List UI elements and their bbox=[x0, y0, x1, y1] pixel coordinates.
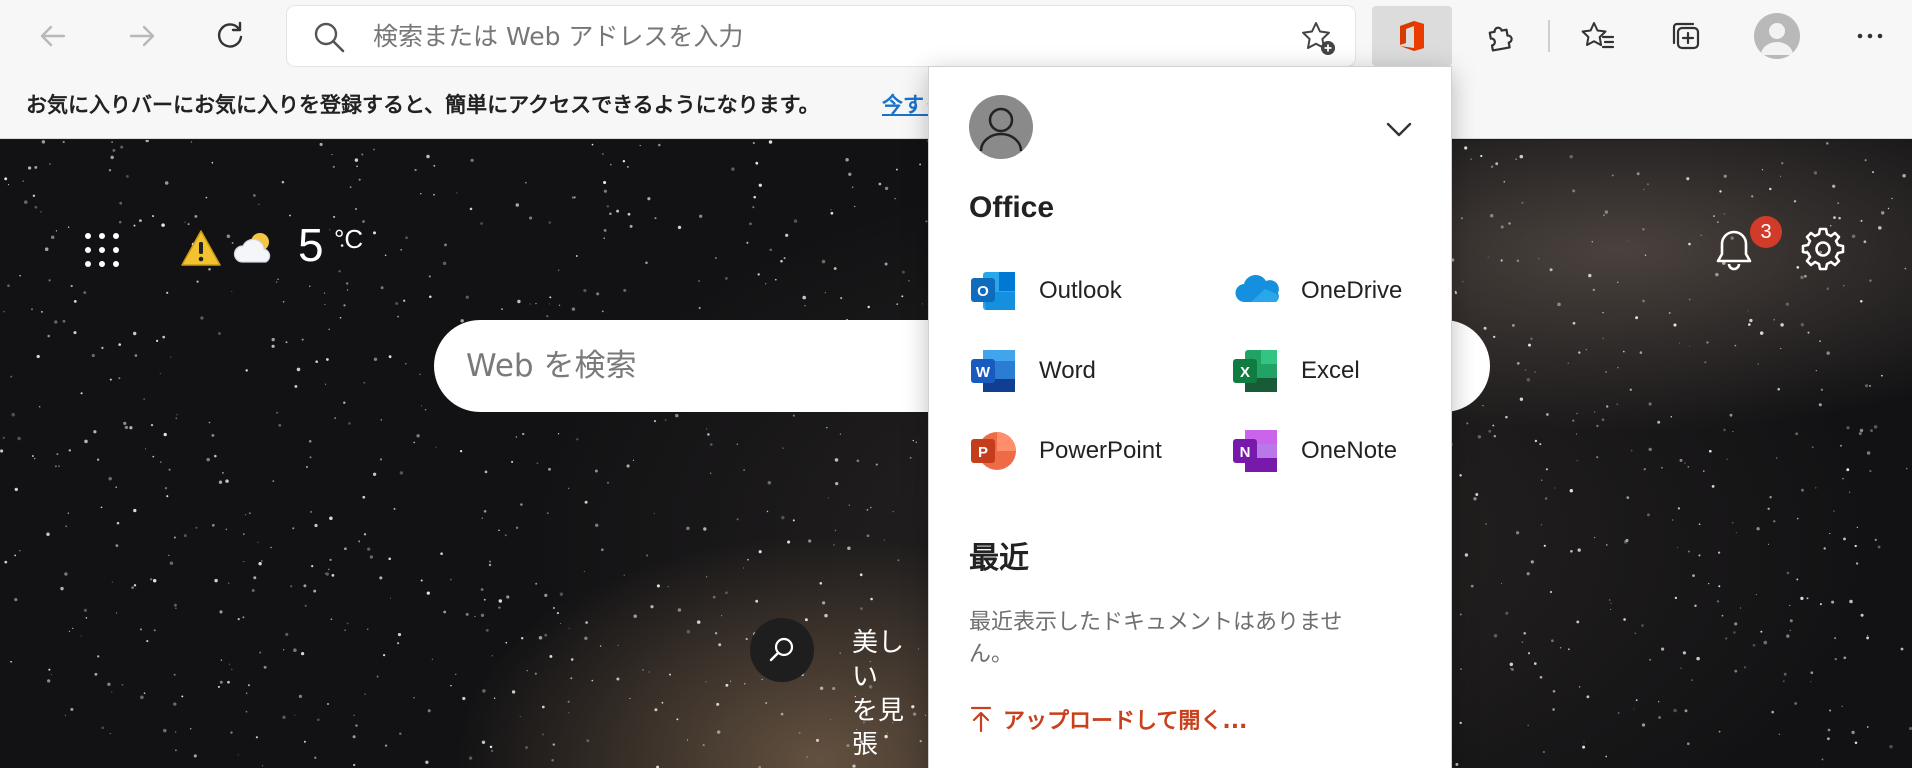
back-icon bbox=[40, 25, 66, 47]
partly-cloudy-icon bbox=[233, 233, 271, 263]
toolbar-divider bbox=[1548, 20, 1550, 52]
recent-empty-line: 最近表示したドキュメントはありませ bbox=[969, 610, 1343, 635]
app-label: OneDrive bbox=[1301, 277, 1403, 304]
svg-text:N: N bbox=[1240, 444, 1251, 461]
back-button[interactable] bbox=[23, 6, 83, 66]
app-powerpoint[interactable]: P PowerPoint bbox=[969, 423, 1162, 479]
office-flyout-panel: Office O Outlook OneDrive W Word X Excel… bbox=[928, 66, 1452, 768]
person-icon bbox=[979, 107, 1023, 152]
web-search-input[interactable] bbox=[466, 342, 946, 390]
upload-and-open-link[interactable]: アップロードして開く... bbox=[969, 703, 1247, 735]
word-icon: W bbox=[971, 350, 1015, 392]
collections-button[interactable] bbox=[1656, 6, 1716, 66]
weather-temperature[interactable]: 5 bbox=[298, 218, 324, 272]
office-extension-button[interactable] bbox=[1372, 6, 1452, 66]
recent-title: 最近 bbox=[969, 541, 1029, 576]
chevron-down-icon[interactable] bbox=[1383, 113, 1415, 145]
notification-count-badge: 3 bbox=[1750, 216, 1782, 248]
address-input[interactable] bbox=[373, 16, 1253, 56]
more-icon bbox=[1857, 33, 1883, 39]
app-onedrive[interactable]: OneDrive bbox=[1231, 263, 1402, 319]
app-outlook[interactable]: O Outlook bbox=[969, 263, 1122, 319]
image-info-search-button[interactable] bbox=[750, 618, 814, 682]
refresh-icon bbox=[217, 21, 243, 48]
app-label: Outlook bbox=[1039, 277, 1122, 304]
favorites-button[interactable] bbox=[1568, 6, 1628, 66]
svg-text:W: W bbox=[976, 364, 991, 381]
recent-empty-message: 最近表示したドキュメントはありませ ん。 bbox=[969, 607, 1389, 671]
outlook-icon: O bbox=[971, 272, 1015, 310]
app-label: Excel bbox=[1301, 357, 1360, 384]
search-icon bbox=[314, 22, 345, 53]
browser-toolbar bbox=[0, 0, 1912, 71]
weather-unit: °C bbox=[334, 224, 364, 254]
app-label: OneNote bbox=[1301, 437, 1398, 464]
onedrive-icon bbox=[1235, 275, 1279, 303]
account-avatar[interactable] bbox=[969, 95, 1033, 159]
onenote-icon: N bbox=[1233, 430, 1277, 472]
favorites-bar-message: お気に入りバーにお気に入りを登録すると、簡単にアクセスできるようになります。 bbox=[26, 93, 820, 117]
more-button[interactable] bbox=[1840, 6, 1900, 66]
profile-icon bbox=[1761, 23, 1793, 55]
app-word[interactable]: W Word bbox=[969, 343, 1096, 399]
gear-icon[interactable] bbox=[1800, 226, 1846, 272]
svg-text:O: O bbox=[977, 283, 989, 300]
app-label: PowerPoint bbox=[1039, 437, 1162, 464]
forward-button[interactable] bbox=[112, 6, 172, 66]
search-icon bbox=[769, 637, 794, 662]
recent-empty-line: ん。 bbox=[969, 642, 1014, 667]
app-onenote[interactable]: N OneNote bbox=[1231, 423, 1397, 479]
apps-grid-icon[interactable] bbox=[82, 230, 122, 270]
extensions-icon bbox=[1488, 26, 1513, 52]
warning-icon[interactable] bbox=[180, 227, 222, 269]
app-excel[interactable]: X Excel bbox=[1231, 343, 1360, 399]
upload-icon bbox=[970, 706, 992, 733]
svg-text:P: P bbox=[978, 444, 988, 461]
image-info-text[interactable]: 美しい を見張 bbox=[852, 626, 912, 762]
svg-text:X: X bbox=[1240, 364, 1250, 381]
excel-icon: X bbox=[1233, 350, 1277, 392]
app-label: Word bbox=[1039, 357, 1096, 384]
profile-button[interactable] bbox=[1754, 13, 1800, 59]
collections-icon bbox=[1672, 22, 1700, 50]
add-favorite-icon[interactable] bbox=[1299, 19, 1337, 57]
office-icon bbox=[1400, 21, 1424, 51]
forward-icon bbox=[129, 25, 155, 47]
refresh-button[interactable] bbox=[200, 6, 260, 66]
favorites-icon bbox=[1581, 22, 1615, 49]
office-title: Office bbox=[969, 191, 1055, 224]
upload-label: アップロードして開く... bbox=[1003, 709, 1248, 734]
extensions-button[interactable] bbox=[1470, 6, 1530, 66]
address-bar[interactable] bbox=[287, 6, 1355, 66]
powerpoint-icon: P bbox=[971, 432, 1016, 470]
